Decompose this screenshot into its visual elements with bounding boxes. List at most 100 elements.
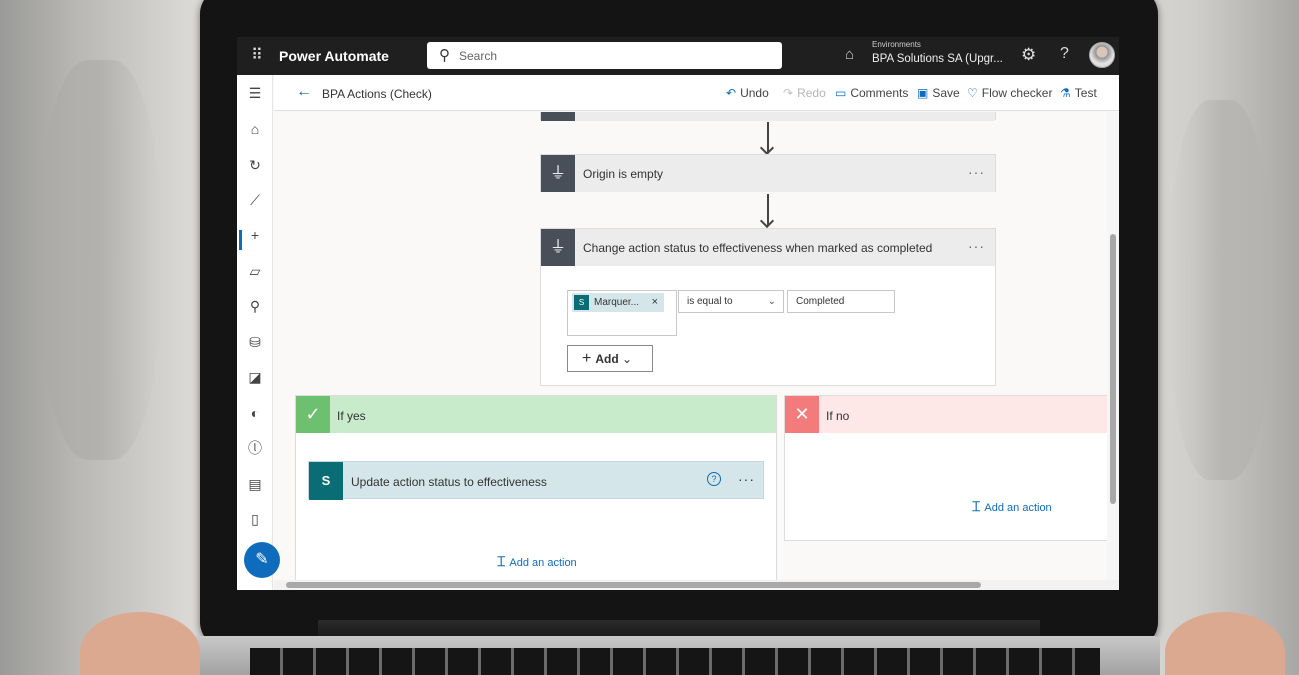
- environment-label: Environments: [872, 40, 921, 49]
- chevron-down-icon: ⌄: [622, 352, 633, 366]
- close-x-icon: ✕: [785, 396, 819, 433]
- test-label: Test: [1074, 86, 1097, 100]
- test-flask-icon: ⚗: [1060, 86, 1071, 100]
- virtual-agent-chat-icon[interactable]: ✎: [244, 542, 280, 578]
- search-placeholder: Search: [459, 49, 498, 63]
- dynamic-content-token[interactable]: S Marquer... ×: [572, 293, 664, 312]
- save-label: Save: [932, 86, 960, 100]
- my-flows-icon[interactable]: ⟋: [237, 188, 273, 212]
- save-button[interactable]: ▣ Save: [917, 86, 960, 100]
- flow-title: BPA Actions (Check): [322, 87, 432, 101]
- horizontal-scroll-thumb[interactable]: [286, 582, 981, 588]
- vertical-scrollbar[interactable]: [1107, 112, 1119, 580]
- if-no-branch: ✕ If no ⌶ Add an action: [784, 395, 1114, 541]
- undo-icon: ↶: [726, 86, 737, 100]
- comments-label: Comments: [850, 86, 909, 100]
- operator-value: is equal to: [687, 296, 733, 307]
- sharepoint-icon: S: [574, 295, 589, 310]
- help-icon[interactable]: ?: [1060, 45, 1069, 63]
- test-button[interactable]: ⚗ Test: [1060, 86, 1097, 100]
- monitor-icon[interactable]: ◪: [237, 365, 273, 389]
- condition-icon: ⏚: [541, 155, 575, 192]
- save-icon: ▣: [917, 86, 929, 100]
- plus-icon: +: [582, 350, 592, 367]
- environment-selector[interactable]: BPA Solutions SA (Upgr...: [872, 53, 1003, 65]
- condition-icon: [541, 112, 575, 121]
- undo-button[interactable]: ↶ Undo: [726, 86, 769, 100]
- condition-operand-box[interactable]: S Marquer... ×: [567, 290, 677, 336]
- update-action-step[interactable]: S Update action status to effectiveness …: [308, 461, 764, 500]
- more-options-icon[interactable]: ···: [738, 471, 755, 487]
- condition-icon: ⏚: [541, 229, 575, 266]
- flow-checker-icon: ♡: [967, 86, 978, 100]
- condition-value-input[interactable]: Completed: [787, 290, 895, 313]
- help-circle-icon[interactable]: ?: [707, 472, 721, 486]
- branch-header: [296, 396, 776, 433]
- background-fold: [40, 60, 160, 460]
- if-yes-branch: ✓ If yes S Update action status to effec…: [295, 395, 777, 590]
- step-title: Origin is empty: [583, 167, 664, 181]
- connector-arrow: [767, 194, 769, 225]
- ai-builder-icon[interactable]: ◐: [237, 401, 273, 425]
- comment-icon: ▭: [835, 86, 847, 100]
- check-icon: ✓: [296, 396, 330, 433]
- environment-icon: ⌂: [845, 46, 855, 63]
- more-options-icon[interactable]: ···: [968, 238, 985, 254]
- add-an-action-link[interactable]: ⌶ Add an action: [497, 553, 577, 570]
- condition-step[interactable]: ⏚ Change action status to effectiveness …: [540, 228, 996, 386]
- redo-icon: ↷: [783, 86, 794, 100]
- left-nav: ☰ ⌂ ↻ ⟋ + ▱ ⚲ ⛁ ◪ ◐ ⓛ ▤ ▯: [237, 75, 273, 590]
- vertical-scroll-thumb[interactable]: [1110, 234, 1116, 504]
- operator-dropdown[interactable]: is equal to ⌄: [678, 290, 784, 313]
- laptop-screen: ⠿ Power Automate ⚲ Search ⌂ Environments…: [237, 37, 1119, 590]
- user-avatar[interactable]: [1089, 42, 1115, 68]
- back-arrow-icon[interactable]: ←: [296, 83, 312, 101]
- flow-checker-button[interactable]: ♡ Flow checker: [967, 86, 1052, 100]
- redo-button[interactable]: ↷ Redo: [783, 86, 826, 100]
- connectors-icon[interactable]: ⚲: [237, 294, 273, 318]
- more-options-icon[interactable]: ···: [968, 164, 985, 180]
- add-action-icon: ⌶: [972, 498, 981, 514]
- add-condition-button[interactable]: + Add ⌄: [567, 345, 653, 372]
- previous-step-header: [541, 112, 995, 121]
- branch-title: If no: [826, 409, 850, 423]
- home-icon[interactable]: ⌂: [237, 117, 273, 141]
- settings-gear-icon[interactable]: ⚙: [1021, 45, 1036, 65]
- action-items-icon[interactable]: ↻: [237, 153, 273, 177]
- flow-checker-label: Flow checker: [981, 86, 1053, 100]
- add-label: Add: [595, 352, 619, 366]
- horizontal-scrollbar[interactable]: [274, 580, 1119, 590]
- add-action-icon: ⌶: [497, 553, 506, 569]
- background-fold: [1170, 100, 1270, 480]
- action-title: Update action status to effectiveness: [351, 475, 547, 489]
- remove-token-icon[interactable]: ×: [652, 293, 658, 312]
- sharepoint-icon: S: [309, 462, 343, 500]
- learn-icon[interactable]: ▯: [237, 507, 273, 531]
- connector-arrow: [767, 122, 769, 152]
- previous-step-card[interactable]: [540, 112, 996, 121]
- undo-label: Undo: [740, 86, 769, 100]
- flow-canvas: ⏚ Origin is empty ··· ⏚ Change action st…: [274, 112, 1119, 590]
- add-an-action-link[interactable]: ⌶ Add an action: [972, 498, 1052, 515]
- process-advisor-icon[interactable]: ⓛ: [237, 436, 273, 460]
- search-box[interactable]: ⚲ Search: [427, 42, 782, 69]
- redo-label: Redo: [797, 86, 826, 100]
- search-icon: ⚲: [439, 47, 450, 64]
- branch-title: If yes: [337, 409, 366, 423]
- create-icon[interactable]: +: [237, 223, 273, 247]
- right-hand: [1165, 612, 1285, 675]
- token-label: Marquer...: [594, 297, 640, 308]
- add-action-label: Add an action: [509, 557, 577, 569]
- left-hand: [80, 612, 200, 675]
- solutions-icon[interactable]: ▤: [237, 472, 273, 496]
- laptop-keyboard: [250, 648, 1100, 675]
- templates-icon[interactable]: ▱: [237, 259, 273, 283]
- app-name[interactable]: Power Automate: [279, 48, 389, 64]
- hamburger-menu-icon[interactable]: ☰: [237, 81, 273, 105]
- origin-is-empty-step[interactable]: ⏚ Origin is empty ···: [540, 154, 996, 192]
- comments-button[interactable]: ▭ Comments: [835, 86, 908, 100]
- app-launcher-icon[interactable]: ⠿: [247, 46, 267, 66]
- add-action-label: Add an action: [984, 502, 1052, 514]
- data-icon[interactable]: ⛁: [237, 330, 273, 354]
- chevron-down-icon: ⌄: [767, 296, 776, 307]
